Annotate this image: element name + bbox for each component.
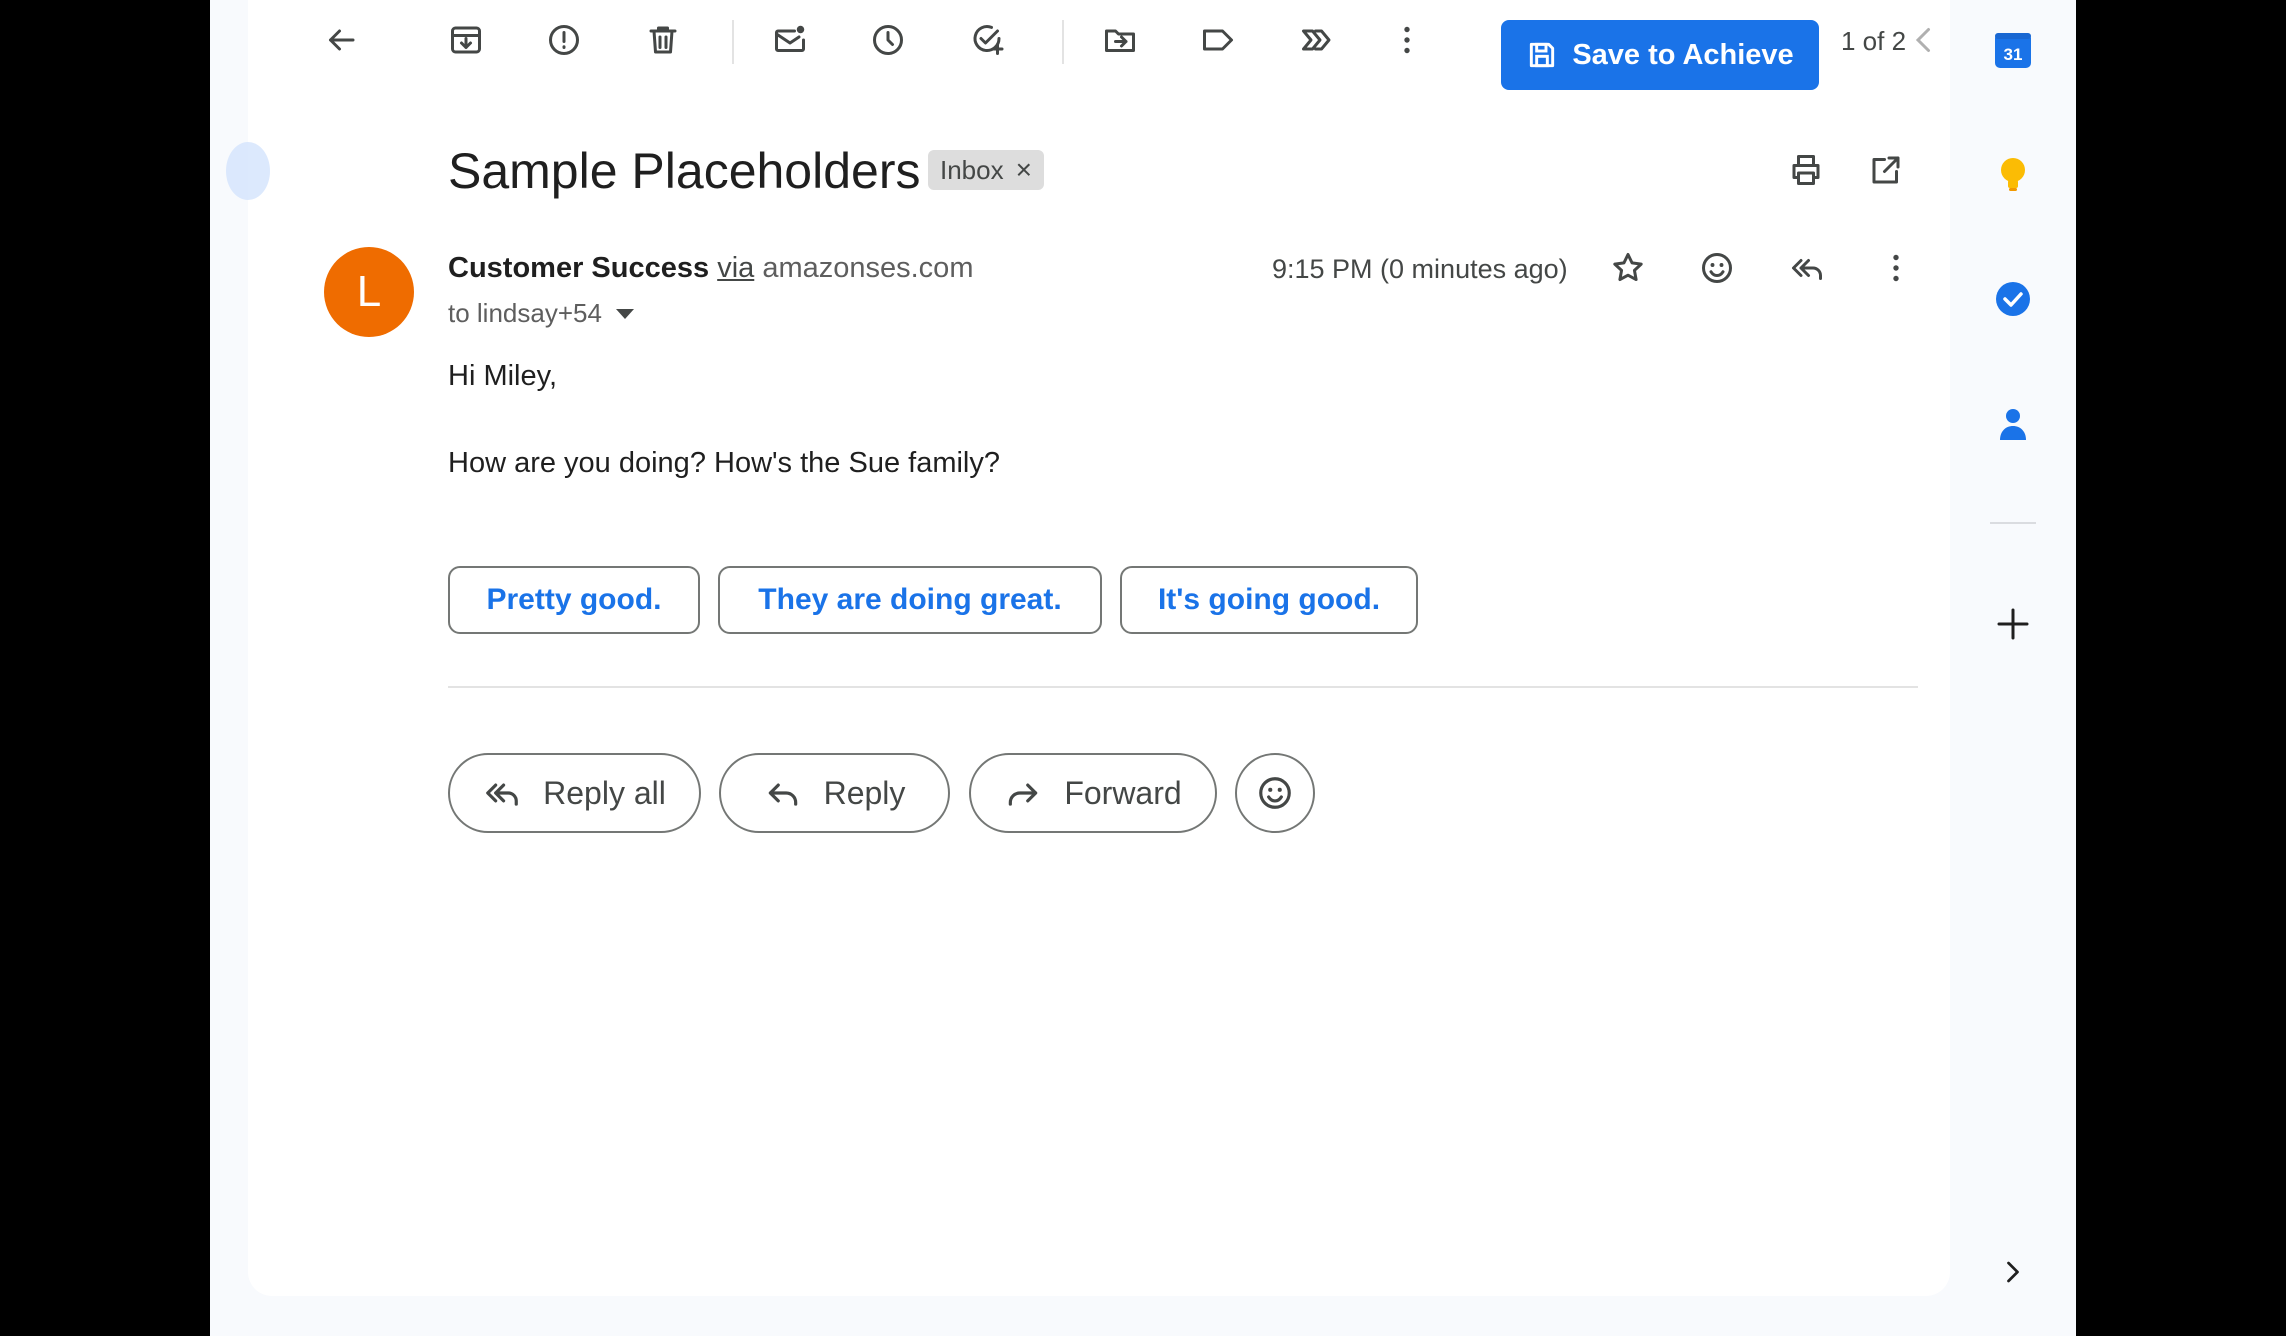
trash-icon (649, 26, 677, 54)
message-more-button[interactable] (1868, 240, 1924, 296)
keep-icon (2001, 158, 2025, 191)
avatar[interactable]: L (324, 247, 414, 337)
message-card: Save to Achieve 1 of 2 Sample Placeholde… (226, 0, 1950, 1296)
recipients-text: to lindsay+54 (448, 298, 602, 328)
more-actions-button[interactable] (1379, 12, 1435, 68)
reply-label: Reply (823, 774, 906, 811)
more-vert-icon (1404, 26, 1410, 54)
move-to-icon (1105, 29, 1135, 52)
add-to-tasks-button[interactable] (959, 12, 1015, 68)
show-side-panel-button[interactable] (1979, 1238, 2047, 1306)
reply-all-icon (486, 783, 518, 806)
email-subject: Sample Placeholders (448, 143, 921, 199)
smart-reply-3[interactable]: It's going good. (1120, 566, 1418, 634)
emoji-icon (1702, 253, 1732, 283)
forward-button[interactable]: Forward (969, 753, 1217, 833)
save-button-label: Save to Achieve (1572, 38, 1794, 71)
reply-all-label: Reply all (543, 774, 666, 811)
recipients-line: to lindsay+54 (448, 298, 634, 329)
save-to-achieve-button[interactable]: Save to Achieve (1501, 20, 1819, 90)
save-icon (1530, 42, 1555, 68)
tasks-icon (1996, 282, 2030, 316)
tasks-button[interactable] (1979, 265, 2047, 333)
chevron-left-icon (1915, 28, 1930, 52)
gmail-viewport: Save to Achieve 1 of 2 Sample Placeholde… (210, 0, 2076, 1336)
back-button[interactable] (313, 12, 369, 68)
report-spam-icon (549, 25, 579, 55)
add-icon (1997, 608, 2029, 640)
sender-line: Customer Success via amazonses.com (448, 252, 973, 285)
show-details-caret-icon[interactable] (615, 308, 634, 319)
actions-divider (448, 686, 1918, 688)
via-link[interactable]: via (717, 252, 754, 284)
email-timestamp: 9:15 PM (0 minutes ago) (1272, 254, 1568, 284)
side-panel: 31 (1950, 0, 2076, 1336)
arrow-left-icon (329, 29, 355, 51)
side-panel-divider (1990, 522, 2036, 524)
expand-icon (2007, 1261, 2019, 1283)
archive-icon (451, 26, 481, 54)
smart-reply-1[interactable]: Pretty good. (448, 566, 700, 634)
label-chip-text: Inbox (940, 154, 1004, 185)
toolbar-divider (732, 20, 734, 64)
calendar-button[interactable]: 31 (1979, 16, 2047, 84)
smart-reply-2[interactable]: They are doing great. (718, 566, 1102, 634)
mark-unread-icon (775, 25, 805, 52)
remove-label-button[interactable]: × (1016, 154, 1032, 186)
open-in-new-icon (1872, 156, 1900, 184)
forward-label: Forward (1064, 774, 1182, 811)
label-icon (1203, 29, 1233, 51)
contacts-button[interactable] (1979, 390, 2047, 458)
archive-button[interactable] (438, 12, 494, 68)
sender-name[interactable]: Customer Success (448, 252, 709, 284)
edge-indicator (226, 142, 270, 200)
filter-messages-button[interactable] (1289, 12, 1345, 68)
add-reaction-button[interactable] (1689, 240, 1745, 296)
body-line: How are you doing? How's the Sue family? (448, 447, 1000, 479)
forward-icon (1009, 783, 1038, 806)
move-to-button[interactable] (1092, 12, 1148, 68)
toolbar-divider (1062, 20, 1064, 64)
calendar-icon: 31 (1995, 33, 2031, 68)
get-addons-button[interactable] (1979, 590, 2047, 658)
delete-button[interactable] (635, 12, 691, 68)
contacts-icon (2000, 409, 2026, 440)
add-task-icon (973, 25, 1004, 55)
print-icon (1792, 155, 1820, 185)
sender-domain: amazonses.com (762, 252, 974, 284)
snooze-button[interactable] (860, 12, 916, 68)
star-icon (1613, 253, 1643, 282)
more-vert-icon (1893, 254, 1899, 282)
reply-all-header-button[interactable] (1779, 240, 1835, 296)
body-greeting: Hi Miley, (448, 360, 558, 392)
filter-icon (1302, 29, 1331, 51)
keep-button[interactable] (1979, 140, 2047, 208)
reply-button[interactable]: Reply (719, 753, 950, 833)
pager-count: 1 of 2 (1841, 26, 1907, 56)
newer-button[interactable] (1904, 12, 1944, 68)
emoji-icon (1259, 777, 1291, 809)
report-spam-button[interactable] (536, 12, 592, 68)
open-new-window-button[interactable] (1858, 142, 1914, 198)
calendar-day: 31 (2004, 45, 2023, 64)
reply-all-button[interactable]: Reply all (448, 753, 701, 833)
snooze-icon (873, 25, 903, 55)
emoji-react-button[interactable] (1235, 753, 1315, 833)
reply-all-icon (1792, 259, 1822, 280)
star-button[interactable] (1600, 240, 1656, 296)
mark-unread-button[interactable] (762, 12, 818, 68)
print-all-button[interactable] (1778, 142, 1834, 198)
inbox-label-chip: Inbox × (928, 150, 1044, 190)
labels-button[interactable] (1190, 12, 1246, 68)
reply-icon (768, 783, 797, 806)
